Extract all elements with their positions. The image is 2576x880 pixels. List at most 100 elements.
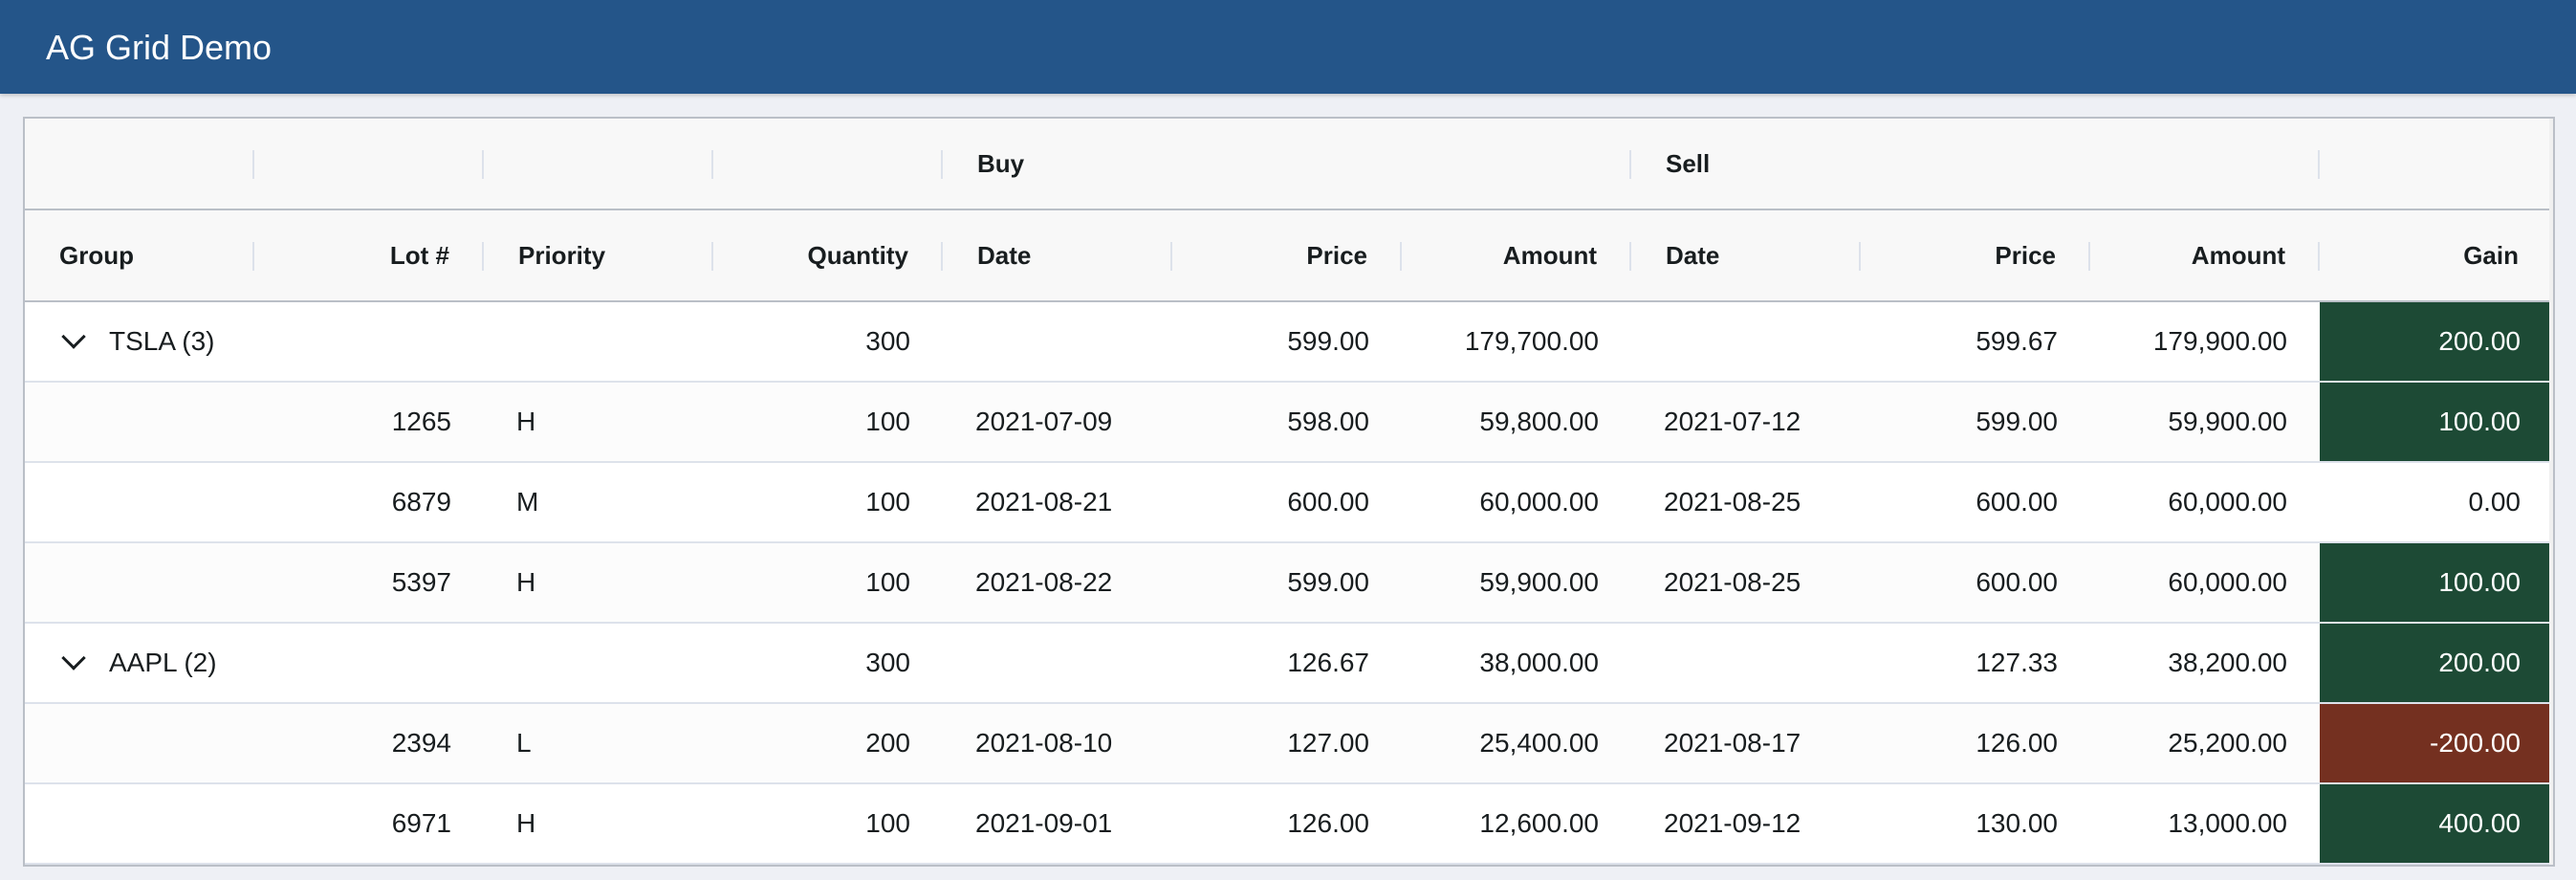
cell-buy-date: 2021-09-01: [975, 808, 1113, 838]
column-header-label: Amount: [1502, 240, 1597, 270]
column-group-sell-label: Sell: [1666, 148, 1711, 178]
column-header-buy-price[interactable]: Price: [1172, 210, 1402, 300]
cell-sell-amount: 25,200.00: [2168, 728, 2287, 758]
group-header-empty-lot: [254, 119, 484, 209]
cell-gain: 100.00: [2320, 543, 2553, 622]
cell-sell-price: 599.67: [1976, 326, 2058, 356]
column-header-buy-date[interactable]: Date: [943, 210, 1172, 300]
column-group-sell[interactable]: Sell: [1631, 119, 2320, 209]
cell-quantity: 100: [865, 487, 910, 517]
group-label: TSLA (3): [109, 326, 215, 356]
column-header-row: Group Lot # Priority Quantity Date Price…: [25, 210, 2553, 302]
column-header-sell-date[interactable]: Date: [1631, 210, 1861, 300]
cell-sell-date: 2021-09-12: [1664, 808, 1801, 838]
group-row-aapl[interactable]: AAPL (2) 300 126.67 38,000.00 127.33 38,…: [25, 624, 2553, 704]
cell-buy-price: 599.00: [1287, 326, 1369, 356]
cell-sell-amount: 38,200.00: [2168, 648, 2287, 677]
cell-buy-price: 127.00: [1287, 728, 1369, 758]
column-header-priority[interactable]: Priority: [484, 210, 713, 300]
cell-quantity: 300: [865, 326, 910, 356]
table-row[interactable]: 5397 H 100 2021-08-22 599.00 59,900.00 2…: [25, 543, 2553, 624]
cell-sell-amount: 60,000.00: [2168, 487, 2287, 517]
cell-buy-date: 2021-08-10: [975, 728, 1113, 758]
cell-quantity: 200: [865, 728, 910, 758]
cell-lot: 2394: [391, 728, 451, 758]
chevron-down-icon[interactable]: [61, 324, 86, 349]
column-header-buy-amount[interactable]: Amount: [1402, 210, 1631, 300]
group-header-empty-priority: [484, 119, 713, 209]
cell-buy-price: 599.00: [1287, 567, 1369, 597]
cell-sell-date: 2021-08-17: [1664, 728, 1801, 758]
cell-quantity: 100: [865, 567, 910, 597]
column-header-label: Date: [977, 240, 1032, 270]
cell-sell-price: 599.00: [1976, 407, 2058, 436]
cell-priority: M: [516, 487, 539, 517]
cell-buy-amount: 12,600.00: [1479, 808, 1599, 838]
column-header-label: Gain: [2463, 240, 2519, 270]
cell-buy-price: 126.00: [1287, 808, 1369, 838]
group-cell[interactable]: AAPL (2): [25, 624, 484, 702]
app-title: AG Grid Demo: [46, 28, 273, 67]
cell-quantity: 100: [865, 808, 910, 838]
cell-buy-date: 2021-07-09: [975, 407, 1113, 436]
table-row[interactable]: 6971 H 100 2021-09-01 126.00 12,600.00 2…: [25, 784, 2553, 865]
cell-buy-amount: 25,400.00: [1479, 728, 1599, 758]
table-row[interactable]: 2394 L 200 2021-08-10 127.00 25,400.00 2…: [25, 704, 2553, 784]
column-header-gain[interactable]: Gain: [2320, 210, 2553, 300]
column-group-header-row: Buy Sell: [25, 119, 2553, 210]
cell-lot: 5397: [391, 567, 451, 597]
cell-quantity: 100: [865, 407, 910, 436]
cell-buy-price: 600.00: [1287, 487, 1369, 517]
cell-gain: 400.00: [2320, 784, 2553, 863]
column-header-sell-price[interactable]: Price: [1861, 210, 2090, 300]
cell-sell-amount: 59,900.00: [2168, 407, 2287, 436]
cell-sell-price: 126.00: [1976, 728, 2058, 758]
table-row[interactable]: 1265 H 100 2021-07-09 598.00 59,800.00 2…: [25, 383, 2553, 463]
column-header-lot[interactable]: Lot #: [254, 210, 484, 300]
column-header-label: Priority: [518, 240, 606, 270]
cell-sell-amount: 13,000.00: [2168, 808, 2287, 838]
cell-buy-amount: 59,900.00: [1479, 567, 1599, 597]
cell-priority: H: [516, 407, 536, 436]
group-label: AAPL (2): [109, 648, 217, 677]
column-header-label: Price: [1306, 240, 1367, 270]
data-grid: Buy Sell Group Lot # Priority Quantity D…: [23, 117, 2555, 867]
cell-sell-price: 600.00: [1976, 487, 2058, 517]
app-header: AG Grid Demo: [0, 0, 2576, 94]
vertical-scrollbar[interactable]: [2549, 119, 2553, 865]
column-header-label: Quantity: [807, 240, 908, 270]
cell-buy-amount: 38,000.00: [1479, 648, 1599, 677]
column-group-buy[interactable]: Buy: [943, 119, 1631, 209]
column-header-group[interactable]: Group: [25, 210, 254, 300]
group-header-empty-group: [25, 119, 254, 209]
column-group-buy-label: Buy: [977, 148, 1025, 178]
cell-sell-date: 2021-08-25: [1664, 487, 1801, 517]
column-header-label: Price: [1995, 240, 2056, 270]
cell-sell-price: 600.00: [1976, 567, 2058, 597]
cell-sell-date: 2021-08-25: [1664, 567, 1801, 597]
table-row[interactable]: 6879 M 100 2021-08-21 600.00 60,000.00 2…: [25, 463, 2553, 543]
cell-gain: 200.00: [2320, 302, 2553, 381]
cell-priority: H: [516, 808, 536, 838]
cell-sell-amount: 179,900.00: [2152, 326, 2287, 356]
cell-gain: 100.00: [2320, 383, 2553, 461]
cell-buy-date: 2021-08-21: [975, 487, 1113, 517]
cell-lot: 6971: [391, 808, 451, 838]
cell-buy-amount: 179,700.00: [1464, 326, 1599, 356]
column-header-label: Date: [1666, 240, 1720, 270]
column-header-sell-amount[interactable]: Amount: [2090, 210, 2320, 300]
cell-quantity: 300: [865, 648, 910, 677]
cell-lot: 6879: [391, 487, 451, 517]
chevron-down-icon[interactable]: [61, 646, 86, 671]
group-row-tsla[interactable]: TSLA (3) 300 599.00 179,700.00 599.67 17…: [25, 302, 2553, 383]
cell-gain: 200.00: [2320, 624, 2553, 702]
group-cell[interactable]: TSLA (3): [25, 302, 484, 381]
column-header-quantity[interactable]: Quantity: [713, 210, 943, 300]
group-header-empty-quantity: [713, 119, 943, 209]
cell-buy-amount: 60,000.00: [1479, 487, 1599, 517]
cell-buy-price: 598.00: [1287, 407, 1369, 436]
cell-priority: H: [516, 567, 536, 597]
cell-gain: -200.00: [2320, 704, 2553, 782]
column-header-label: Amount: [2191, 240, 2285, 270]
cell-sell-price: 130.00: [1976, 808, 2058, 838]
